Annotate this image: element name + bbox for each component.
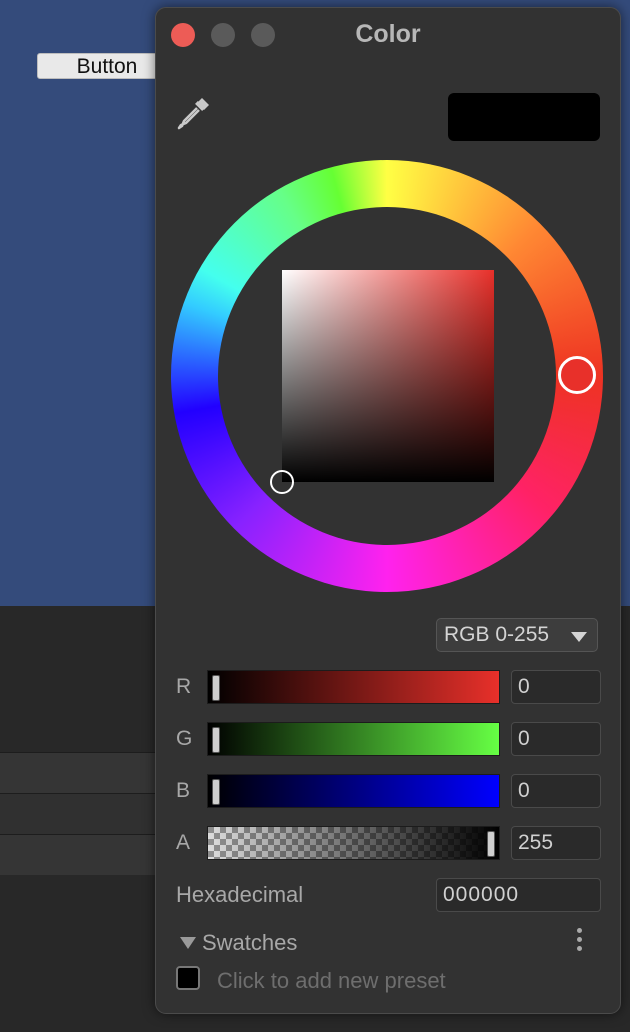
- add-preset-label[interactable]: Click to add new preset: [217, 966, 446, 996]
- background-row: [0, 834, 160, 875]
- swatches-label[interactable]: Swatches: [202, 928, 297, 958]
- hex-label: Hexadecimal: [176, 882, 304, 907]
- slider-thumb-g[interactable]: [212, 727, 220, 753]
- channel-label-a: A: [176, 831, 191, 854]
- saturation-brightness-square[interactable]: [282, 270, 494, 482]
- color-picker-window: Color RGB 0-255 R 0 G 0 B 0 A 255 Hexade: [155, 7, 621, 1014]
- value-field-r[interactable]: 0: [511, 670, 601, 704]
- channel-label-r: R: [176, 675, 192, 698]
- window-title: Color: [355, 20, 421, 48]
- disclosure-triangle-icon[interactable]: [180, 937, 196, 949]
- color-mode-label: RGB 0-255: [444, 623, 550, 646]
- background-row: [0, 752, 160, 793]
- slider-thumb-r[interactable]: [212, 675, 220, 701]
- color-mode-dropdown[interactable]: RGB 0-255: [436, 618, 598, 652]
- value-field-a[interactable]: 255: [511, 826, 601, 860]
- value-field-g[interactable]: 0: [511, 722, 601, 756]
- value-field-b[interactable]: 0: [511, 774, 601, 808]
- slider-a[interactable]: [207, 826, 500, 860]
- channel-label-b: B: [176, 779, 191, 802]
- slider-g[interactable]: [207, 722, 500, 756]
- more-options-icon[interactable]: [575, 926, 583, 954]
- eyedropper-glyph: [177, 98, 209, 130]
- preset-swatch[interactable]: [176, 966, 200, 990]
- slider-b[interactable]: [207, 774, 500, 808]
- slider-thumb-b[interactable]: [212, 779, 220, 805]
- slider-r[interactable]: [207, 670, 500, 704]
- chevron-down-icon: [571, 632, 587, 642]
- channel-label-g: G: [176, 727, 193, 750]
- title-bar: Color: [156, 8, 620, 60]
- current-color-swatch[interactable]: [448, 93, 600, 141]
- hex-input[interactable]: 000000: [436, 878, 601, 912]
- saturation-brightness-handle[interactable]: [270, 470, 294, 494]
- slider-thumb-a[interactable]: [487, 831, 495, 857]
- hue-handle[interactable]: [558, 356, 596, 394]
- eyedropper-icon[interactable]: [176, 95, 212, 131]
- background-row: [0, 793, 160, 834]
